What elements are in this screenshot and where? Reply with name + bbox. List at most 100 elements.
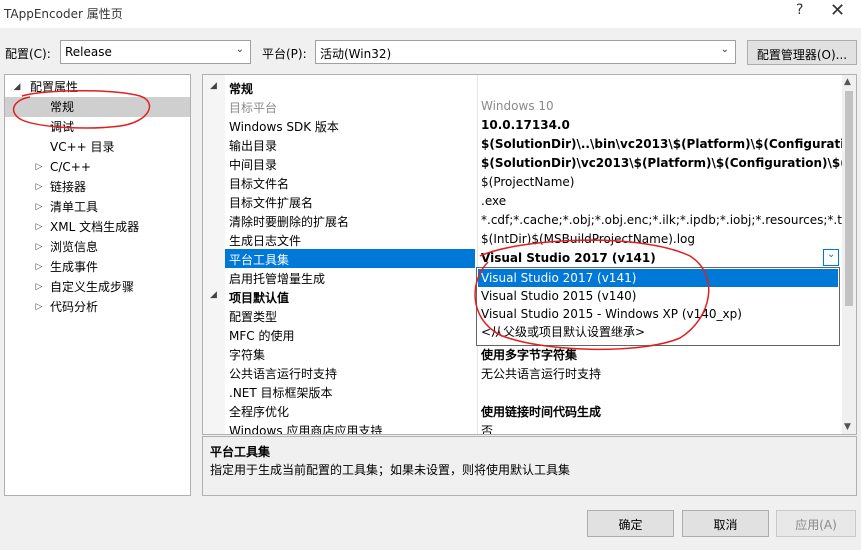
property-value: $(SolutionDir)\..\bin\vc2013\$(Platform)… bbox=[481, 137, 842, 151]
property-value: $(IntDir)$(MSBuildProjectName).log bbox=[481, 232, 696, 246]
property-name: 中间目录 bbox=[229, 158, 278, 172]
property-name: 配置类型 bbox=[229, 310, 278, 324]
tree-item-label: 浏览信息 bbox=[50, 240, 99, 254]
scroll-up-icon[interactable]: ▲ bbox=[844, 77, 851, 87]
property-name: .NET 目标框架版本 bbox=[229, 386, 333, 400]
tree-item[interactable]: 调试 bbox=[5, 117, 190, 137]
property-row[interactable]: 清除时要删除的扩展名 *.cdf;*.cache;*.obj;*.obj.enc;… bbox=[203, 211, 842, 230]
tree-item-label: 清单工具 bbox=[50, 200, 99, 214]
property-value: Visual Studio 2017 (v141) bbox=[481, 251, 656, 265]
category-label: 项目默认值 bbox=[229, 291, 290, 305]
help-button[interactable]: ? bbox=[796, 2, 803, 18]
property-row[interactable]: Windows 应用商店应用支持 否 bbox=[203, 420, 842, 435]
tree-item[interactable]: ▷ 清单工具 bbox=[5, 197, 190, 217]
expand-arrow-icon[interactable]: ▷ bbox=[33, 157, 45, 177]
property-value: 使用多字节字符集 bbox=[481, 348, 578, 362]
expand-arrow-icon[interactable]: ▷ bbox=[33, 197, 45, 217]
tree-item-label: 链接器 bbox=[50, 180, 87, 194]
property-name: 公共语言运行时支持 bbox=[229, 367, 338, 381]
property-name: Windows SDK 版本 bbox=[229, 120, 339, 134]
property-tree: ◢ 配置属性 常规 调试 VC++ 目录 ▷ C/C++ ▷ 链接器 ▷ 清单工具 ▷ XML 文档… bbox=[4, 74, 191, 496]
tree-item[interactable]: 常规 bbox=[5, 97, 190, 117]
toolset-option[interactable]: Visual Studio 2017 (v141) bbox=[478, 269, 838, 287]
property-value: Windows 10 bbox=[481, 99, 554, 113]
chevron-down-icon: ⌄ bbox=[720, 44, 729, 55]
property-row[interactable]: 输出目录 $(SolutionDir)\..\bin\vc2013\$(Platf… bbox=[203, 135, 842, 154]
collapse-arrow-icon: ◢ bbox=[13, 82, 21, 92]
ok-button[interactable]: 确定 bbox=[587, 510, 674, 537]
tree-root[interactable]: ◢ 配置属性 bbox=[5, 77, 190, 97]
tree-item[interactable]: ▷ 浏览信息 bbox=[5, 237, 190, 257]
tree-item-label: C/C++ bbox=[50, 160, 91, 174]
toolset-dropdown-button[interactable]: ⌄ bbox=[823, 249, 839, 266]
description-panel: 平台工具集 指定用于生成当前配置的工具集；如果未设置，则将使用默认工具集 bbox=[202, 436, 857, 496]
tree-item[interactable]: ▷ 自定义生成步骤 bbox=[5, 277, 190, 297]
config-manager-button[interactable]: 配置管理器(O)... bbox=[747, 40, 857, 65]
tree-item-label: 代码分析 bbox=[50, 300, 99, 314]
property-name: 平台工具集 bbox=[229, 253, 290, 267]
config-select[interactable]: Release ⌄ bbox=[60, 40, 251, 64]
property-row[interactable]: .NET 目标框架版本 bbox=[203, 382, 842, 401]
property-value: 使用链接时间代码生成 bbox=[481, 405, 602, 419]
platform-label: 平台(P): bbox=[262, 47, 307, 61]
title-bar: TAppEncoder 属性页 ? ✕ bbox=[0, 0, 861, 28]
cancel-button[interactable]: 取消 bbox=[682, 510, 769, 537]
property-row[interactable]: Windows SDK 版本 10.0.17134.0 bbox=[203, 116, 842, 135]
tree-item[interactable]: VC++ 目录 bbox=[5, 137, 190, 157]
category-label: 常规 bbox=[229, 82, 254, 96]
tree-item[interactable]: ▷ C/C++ bbox=[5, 157, 190, 177]
tree-item-label: 常规 bbox=[50, 100, 75, 114]
property-value: *.cdf;*.cache;*.obj;*.obj.enc;*.ilk;*.ip… bbox=[481, 213, 842, 227]
toolset-option[interactable]: <从父级或项目默认设置继承> bbox=[478, 323, 838, 341]
property-row[interactable]: 平台工具集 Visual Studio 2017 (v141) bbox=[203, 249, 842, 268]
property-name: 清除时要删除的扩展名 bbox=[229, 215, 350, 229]
tree-item[interactable]: ▷ 链接器 bbox=[5, 177, 190, 197]
toolset-option[interactable]: Visual Studio 2015 (v140) bbox=[478, 287, 838, 305]
property-value: 10.0.17134.0 bbox=[481, 118, 570, 132]
property-row[interactable]: 公共语言运行时支持 无公共语言运行时支持 bbox=[203, 363, 842, 382]
category-row[interactable]: ◢ 常规 bbox=[203, 78, 842, 97]
property-value: 否 bbox=[481, 424, 494, 435]
property-name: Windows 应用商店应用支持 bbox=[229, 424, 383, 435]
property-row[interactable]: 目标平台 Windows 10 bbox=[203, 97, 842, 116]
collapse-arrow-icon[interactable]: ◢ bbox=[210, 81, 217, 91]
chevron-down-icon: ⌄ bbox=[235, 44, 244, 55]
platform-select[interactable]: 活动(Win32) ⌄ bbox=[315, 40, 736, 64]
expand-arrow-icon[interactable]: ▷ bbox=[33, 217, 45, 237]
tree-item-label: 自定义生成步骤 bbox=[50, 280, 135, 294]
expand-arrow-icon[interactable]: ▷ bbox=[33, 237, 45, 257]
property-name: 字符集 bbox=[229, 348, 266, 362]
property-name: 目标文件名 bbox=[229, 177, 290, 191]
expand-arrow-icon[interactable]: ▷ bbox=[33, 277, 45, 297]
scroll-down-icon[interactable]: ▼ bbox=[844, 422, 851, 432]
property-row[interactable]: 全程序优化 使用链接时间代码生成 bbox=[203, 401, 842, 420]
grid-scrollbar[interactable]: ▲ ▼ bbox=[842, 75, 856, 434]
property-name: 全程序优化 bbox=[229, 405, 290, 419]
property-row[interactable]: 字符集 使用多字节字符集 bbox=[203, 344, 842, 363]
toolset-option[interactable]: Visual Studio 2015 - Windows XP (v140_xp… bbox=[478, 305, 838, 323]
config-label: 配置(C): bbox=[5, 47, 51, 61]
apply-button[interactable]: 应用(A) bbox=[776, 510, 856, 537]
property-row[interactable]: 目标文件名 $(ProjectName) bbox=[203, 173, 842, 192]
window-title: TAppEncoder 属性页 bbox=[4, 7, 123, 21]
collapse-arrow-icon[interactable]: ◢ bbox=[210, 290, 217, 300]
close-button[interactable]: ✕ bbox=[830, 0, 845, 21]
tree-root-label: 配置属性 bbox=[30, 80, 79, 94]
property-row[interactable]: 中间目录 $(SolutionDir)\vc2013\$(Platform)\$(… bbox=[203, 154, 842, 173]
tree-item[interactable]: ▷ 代码分析 bbox=[5, 297, 190, 317]
tree-item-label: 调试 bbox=[50, 120, 75, 134]
tree-item[interactable]: ▷ XML 文档生成器 bbox=[5, 217, 190, 237]
expand-arrow-icon[interactable]: ▷ bbox=[33, 257, 45, 277]
scroll-thumb[interactable] bbox=[845, 91, 853, 306]
expand-arrow-icon[interactable]: ▷ bbox=[33, 177, 45, 197]
expand-arrow-icon[interactable]: ▷ bbox=[33, 297, 45, 317]
property-value: 无公共语言运行时支持 bbox=[481, 367, 602, 381]
tree-item[interactable]: ▷ 生成事件 bbox=[5, 257, 190, 277]
property-name: 输出目录 bbox=[229, 139, 278, 153]
property-value: $(ProjectName) bbox=[481, 175, 575, 189]
property-name: 目标平台 bbox=[229, 101, 278, 115]
property-name: 生成日志文件 bbox=[229, 234, 302, 248]
property-row[interactable]: 目标文件扩展名 .exe bbox=[203, 192, 842, 211]
property-row[interactable]: 生成日志文件 $(IntDir)$(MSBuildProjectName).log bbox=[203, 230, 842, 249]
property-value: $(SolutionDir)\vc2013\$(Platform)\$(Conf… bbox=[481, 156, 842, 170]
